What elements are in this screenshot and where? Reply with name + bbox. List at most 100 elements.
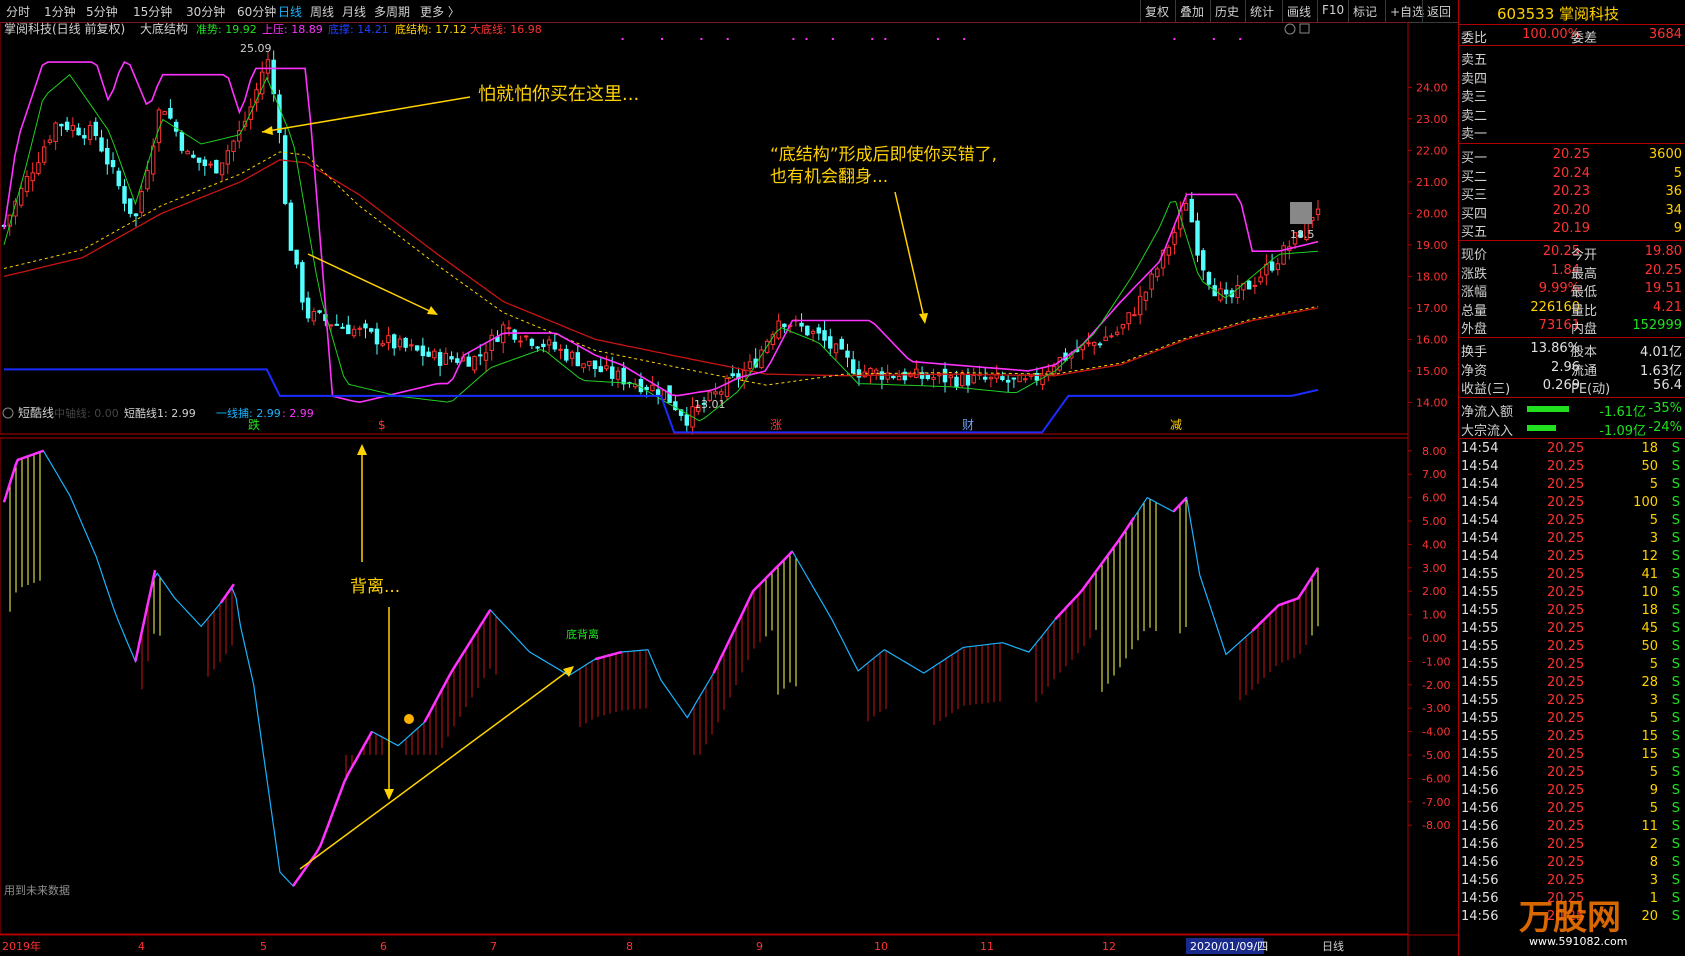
tick-row: 14:54 20.25 5 S — [1459, 477, 1685, 495]
candle-body — [960, 372, 965, 387]
tick-volume: 5 — [1649, 801, 1658, 816]
candle-body — [1109, 335, 1114, 338]
tick-volume: 15 — [1641, 747, 1658, 762]
candle-body — [449, 356, 454, 360]
candle-body — [1011, 377, 1017, 380]
tick-volume: 45 — [1641, 621, 1658, 636]
period-tab-1[interactable]: 1分钟 — [44, 3, 76, 20]
rising-segments — [2, 449, 1320, 887]
candle-body — [1103, 336, 1108, 342]
candle-body — [592, 360, 598, 370]
high-price-label: 25.09 — [240, 42, 272, 55]
buy-volume: 36 — [1665, 184, 1682, 199]
tick-volume: 18 — [1641, 603, 1658, 618]
lower-panel-frame — [0, 437, 1409, 935]
lower-ytick-label: -4.00 — [1422, 726, 1450, 739]
oscillator-bars — [9, 452, 1319, 778]
tick-time: 14:56 — [1461, 855, 1499, 870]
sell-level-label: 卖四 — [1461, 71, 1488, 87]
maximize-icon[interactable] — [1299, 23, 1310, 34]
candle-body — [713, 391, 718, 395]
watermark-url: www.591082.com — [1529, 935, 1628, 948]
tool-button-8[interactable]: 返回 — [1427, 3, 1451, 20]
weicha-label: 委差 — [1571, 31, 1598, 46]
period-tab-0[interactable]: 分时 — [6, 3, 30, 20]
period-tab-4[interactable]: 30分钟 — [186, 3, 225, 20]
xaxis-label: 7 — [490, 940, 497, 953]
tool-button-6[interactable]: 标记 — [1353, 3, 1377, 20]
candle-body — [684, 414, 690, 426]
candle-body — [466, 356, 471, 367]
tick-row: 14:55 20.25 15 S — [1459, 747, 1685, 765]
tick-volume: 5 — [1649, 657, 1658, 672]
period-tab-3[interactable]: 15分钟 — [133, 3, 172, 20]
period-tab-7[interactable]: 周线 — [310, 3, 334, 20]
candle-body — [1172, 232, 1177, 245]
sell-level-label: 卖二 — [1461, 108, 1488, 124]
upper-ytick-label: 17.00 — [1416, 302, 1448, 315]
candle-body — [1315, 208, 1321, 216]
tick-price: 20.25 — [1547, 603, 1585, 618]
buy-price: 20.23 — [1552, 184, 1590, 199]
stat-label: 涨幅 — [1461, 285, 1488, 300]
tool-button-0[interactable]: 复权 — [1145, 3, 1169, 20]
candle-body — [1275, 263, 1281, 270]
tool-button-3[interactable]: 统计 — [1250, 3, 1274, 20]
tick-price: 20.25 — [1547, 873, 1585, 888]
stat-label: 量比 — [1571, 303, 1598, 319]
divergence-callout: 背离... — [350, 577, 400, 597]
tick-price: 20.25 — [1547, 567, 1585, 582]
candle-body — [1206, 272, 1212, 285]
rising-segment — [712, 550, 794, 674]
stat-label: 最高 — [1571, 266, 1598, 282]
watermark: 万股网 — [1519, 898, 1621, 938]
tick-row: 14:56 20.25 11 S — [1459, 819, 1685, 837]
period-tab-10[interactable]: 更多 〉 — [420, 3, 460, 20]
tick-price: 20.25 — [1547, 783, 1585, 798]
candle-body — [99, 137, 104, 152]
candle-body — [971, 374, 976, 384]
candle-body — [82, 135, 87, 139]
candle-body — [816, 327, 822, 334]
tick-price: 20.25 — [1547, 549, 1585, 564]
candle-body — [988, 376, 994, 380]
period-tab-9[interactable]: 多周期 — [374, 3, 410, 20]
toolbar-divider — [1422, 0, 1423, 22]
flow-bar — [1527, 406, 1569, 412]
candle-body — [179, 132, 185, 151]
tick-side: S — [1671, 477, 1680, 492]
tick-row: 14:55 20.25 3 S — [1459, 693, 1685, 711]
candle-body — [191, 154, 196, 158]
candle-body — [380, 343, 385, 346]
tick-row: 14:56 20.25 9 S — [1459, 783, 1685, 801]
divider — [1459, 397, 1685, 398]
tick-row: 14:54 20.25 3 S — [1459, 531, 1685, 549]
candle-body — [604, 365, 609, 370]
tool-button-7[interactable]: +自选 — [1390, 3, 1424, 20]
candle-body — [346, 324, 351, 335]
tool-button-4[interactable]: 画线 — [1287, 3, 1311, 20]
period-tab-5[interactable]: 60分钟 — [237, 3, 276, 20]
period-tab-2[interactable]: 5分钟 — [86, 3, 118, 20]
lower-indicator-name: 短酷线 — [18, 406, 54, 420]
signal-mark: 涨 — [770, 417, 782, 432]
candle-body — [1034, 373, 1040, 381]
period-tab-6[interactable]: 日线 — [278, 3, 302, 20]
stat-value: 56.4 — [1653, 378, 1682, 393]
tool-button-5[interactable]: F10 — [1322, 3, 1344, 17]
indicator-toggle-icon[interactable] — [2, 407, 14, 419]
divider — [1459, 143, 1685, 144]
arrow-head — [262, 126, 273, 135]
settings-icon[interactable] — [1284, 23, 1296, 35]
tick-time: 14:55 — [1461, 585, 1499, 600]
quote-row: 买二 20.24 5 — [1459, 165, 1685, 185]
kline-chart[interactable]: 24.00 23.00 22.00 21.00 20.00 19.00 18.00 17.00… — [0, 22, 1458, 956]
tick-price: 20.25 — [1547, 729, 1585, 744]
flow-bar — [1527, 424, 1556, 431]
tick-volume: 3 — [1649, 531, 1658, 546]
stat-value: 19.80 — [1644, 244, 1682, 259]
tick-price: 20.25 — [1547, 531, 1585, 546]
tool-button-2[interactable]: 历史 — [1215, 3, 1239, 20]
tool-button-1[interactable]: 叠加 — [1180, 3, 1204, 20]
period-tab-8[interactable]: 月线 — [342, 3, 366, 20]
